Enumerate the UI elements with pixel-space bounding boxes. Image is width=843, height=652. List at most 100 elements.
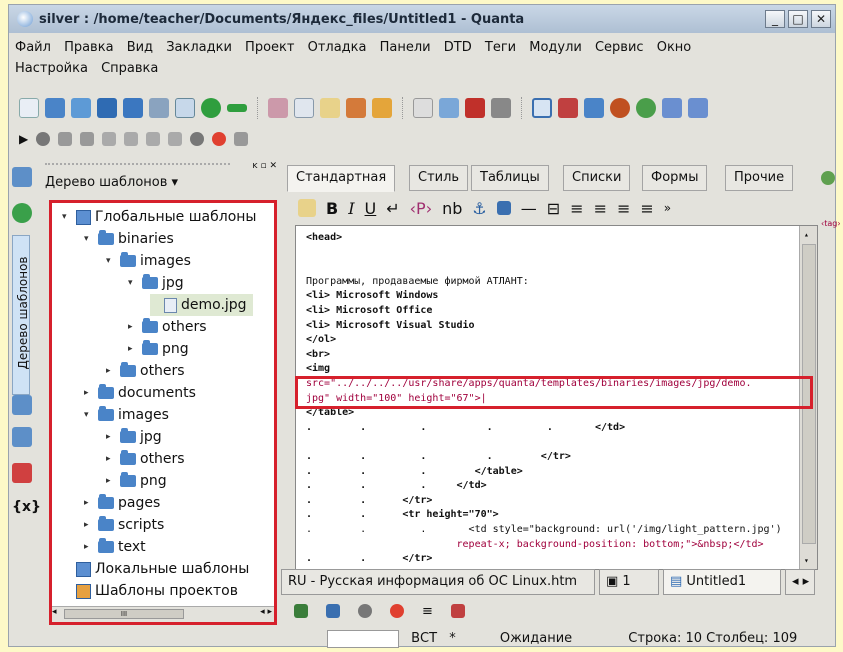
tree-item[interactable]: ▾ binaries xyxy=(84,228,174,250)
align-right-icon[interactable]: ≡ xyxy=(617,199,630,218)
split-view-icon[interactable] xyxy=(584,98,604,118)
checkbox-icon[interactable] xyxy=(413,98,433,118)
menu-dtd[interactable]: DTD xyxy=(444,40,472,55)
panel-grip[interactable] xyxy=(45,163,230,169)
messages-icon[interactable] xyxy=(294,604,308,618)
align-left-icon[interactable]: ≡ xyxy=(570,199,583,218)
collapsed-arrow-icon[interactable]: ▸ xyxy=(84,382,94,404)
debug-icon[interactable] xyxy=(390,604,404,618)
italic-button[interactable]: I xyxy=(348,199,354,218)
doc-tab-ru-linux[interactable]: RU - Русская информация об ОС Linux.htm xyxy=(281,569,595,595)
stop-icon[interactable] xyxy=(36,132,51,146)
tab-forms[interactable]: Формы xyxy=(642,165,708,191)
tree-item[interactable]: ▾ Глобальные шаблоны xyxy=(62,206,256,228)
tree-item[interactable]: ▸ others xyxy=(128,316,207,338)
tree-item[interactable]: ▾ images xyxy=(106,250,191,272)
server-icon[interactable] xyxy=(491,98,511,118)
save-all-icon[interactable] xyxy=(123,98,143,118)
tag-attributes-icon[interactable]: ‹tag› xyxy=(821,219,843,228)
tab-style[interactable]: Стиль xyxy=(409,165,469,191)
open-project-icon[interactable] xyxy=(71,98,91,118)
tree-item[interactable]: ▸ documents xyxy=(84,382,196,404)
reload-icon[interactable] xyxy=(636,98,656,118)
expanded-arrow-icon[interactable]: ▾ xyxy=(84,404,94,426)
menu-file[interactable]: Файл xyxy=(15,40,51,55)
more-icon[interactable]: » xyxy=(664,201,671,215)
anchor-icon[interactable]: ⚓ xyxy=(472,199,486,218)
menu-panels[interactable]: Панели xyxy=(380,40,431,55)
browser-icon[interactable] xyxy=(610,98,630,118)
bold-button[interactable]: B xyxy=(326,199,338,218)
comment-icon[interactable]: ⊟ xyxy=(547,199,560,218)
cut-icon[interactable] xyxy=(268,98,288,118)
tree-item[interactable]: ▾ jpg xyxy=(128,272,184,294)
collapsed-arrow-icon[interactable]: ▸ xyxy=(106,426,116,448)
kill-icon[interactable] xyxy=(190,132,205,146)
minimize-button[interactable]: _ xyxy=(765,10,785,28)
filesystem-icon[interactable] xyxy=(12,167,32,187)
tab-standard[interactable]: Стандартная xyxy=(287,165,396,192)
add-icon[interactable] xyxy=(201,98,221,118)
panel-controls[interactable]: ĸ ▫ ✕ xyxy=(252,161,277,171)
print-icon[interactable] xyxy=(149,98,169,118)
line-break-icon[interactable]: ↵ xyxy=(386,199,399,218)
templates-icon[interactable] xyxy=(12,395,32,415)
doc-tab-untitled1[interactable]: ▤ Untitled1 xyxy=(663,569,781,595)
step-over-icon[interactable] xyxy=(58,132,73,146)
tree-item[interactable]: ▸ png xyxy=(106,470,167,492)
menu-view[interactable]: Вид xyxy=(127,40,153,55)
tab-lists[interactable]: Списки xyxy=(563,165,631,191)
doc-tab-1[interactable]: ▣ 1 xyxy=(599,569,659,595)
problems-icon[interactable] xyxy=(358,604,372,618)
doc-tab-nav[interactable]: ◂ ▸ xyxy=(785,569,815,595)
menu-window[interactable]: Окно xyxy=(657,40,692,55)
tree-horizontal-scrollbar[interactable]: ◂ III ◂ ▸ xyxy=(52,606,274,622)
save-icon[interactable] xyxy=(97,98,117,118)
tree-item[interactable]: ▸ pages xyxy=(84,492,160,514)
source-view-icon[interactable] xyxy=(532,98,552,118)
info-icon[interactable] xyxy=(326,604,340,618)
breakpoint-icon[interactable] xyxy=(212,132,227,146)
tab-other[interactable]: Прочие xyxy=(725,165,794,191)
collapsed-arrow-icon[interactable]: ▸ xyxy=(84,536,94,558)
right-tool-icon[interactable] xyxy=(821,171,835,185)
forward-icon[interactable] xyxy=(688,98,708,118)
copy-icon[interactable] xyxy=(294,98,314,118)
open-folder-icon[interactable] xyxy=(45,98,65,118)
menu-project[interactable]: Проект xyxy=(245,40,294,55)
tab-tables[interactable]: Таблицы xyxy=(471,165,549,191)
title-bar[interactable]: silver : /home/teacher/Documents/Яндекс_… xyxy=(9,5,835,33)
close-button[interactable]: ✕ xyxy=(811,10,831,28)
templates-tree-vertical-tab[interactable]: Дерево шаблонов xyxy=(12,235,30,395)
menu-edit[interactable]: Правка xyxy=(64,40,113,55)
script-icon[interactable]: {x} xyxy=(12,499,41,515)
plugin-icon[interactable] xyxy=(465,98,485,118)
menu-plugins[interactable]: Модули xyxy=(529,40,582,55)
run-icon[interactable]: ▶ xyxy=(19,132,28,146)
menu-tags[interactable]: Теги xyxy=(485,40,516,55)
screen-icon[interactable] xyxy=(439,98,459,118)
step-into-icon[interactable] xyxy=(80,132,95,146)
quickstart-icon[interactable] xyxy=(298,199,316,217)
remove-icon[interactable] xyxy=(227,104,247,112)
scroll-down-icon[interactable]: ▾ xyxy=(804,556,809,565)
nbsp-button[interactable]: nb xyxy=(442,199,462,218)
tree-item[interactable]: Шаблоны проектов xyxy=(62,580,238,602)
expanded-arrow-icon[interactable]: ▾ xyxy=(84,228,94,250)
collapsed-arrow-icon[interactable]: ▸ xyxy=(128,338,138,360)
annotations-icon[interactable] xyxy=(450,604,465,618)
collapsed-arrow-icon[interactable]: ▸ xyxy=(106,360,116,382)
tree-item[interactable]: ▸ png xyxy=(128,338,189,360)
new-file-icon[interactable] xyxy=(19,98,39,118)
paste-icon[interactable] xyxy=(320,98,340,118)
expanded-arrow-icon[interactable]: ▾ xyxy=(106,250,116,272)
scroll-thumb[interactable]: III xyxy=(64,609,184,619)
scroll-left-icon[interactable]: ◂ xyxy=(52,607,57,617)
restart-icon[interactable] xyxy=(168,132,183,146)
project-icon[interactable] xyxy=(12,203,32,223)
collapsed-arrow-icon[interactable]: ▸ xyxy=(84,514,94,536)
menu-settings[interactable]: Настройка xyxy=(15,61,88,76)
document-structure-icon[interactable] xyxy=(12,427,32,447)
maximize-button[interactable]: □ xyxy=(788,10,808,28)
align-center-icon[interactable]: ≡ xyxy=(594,199,607,218)
